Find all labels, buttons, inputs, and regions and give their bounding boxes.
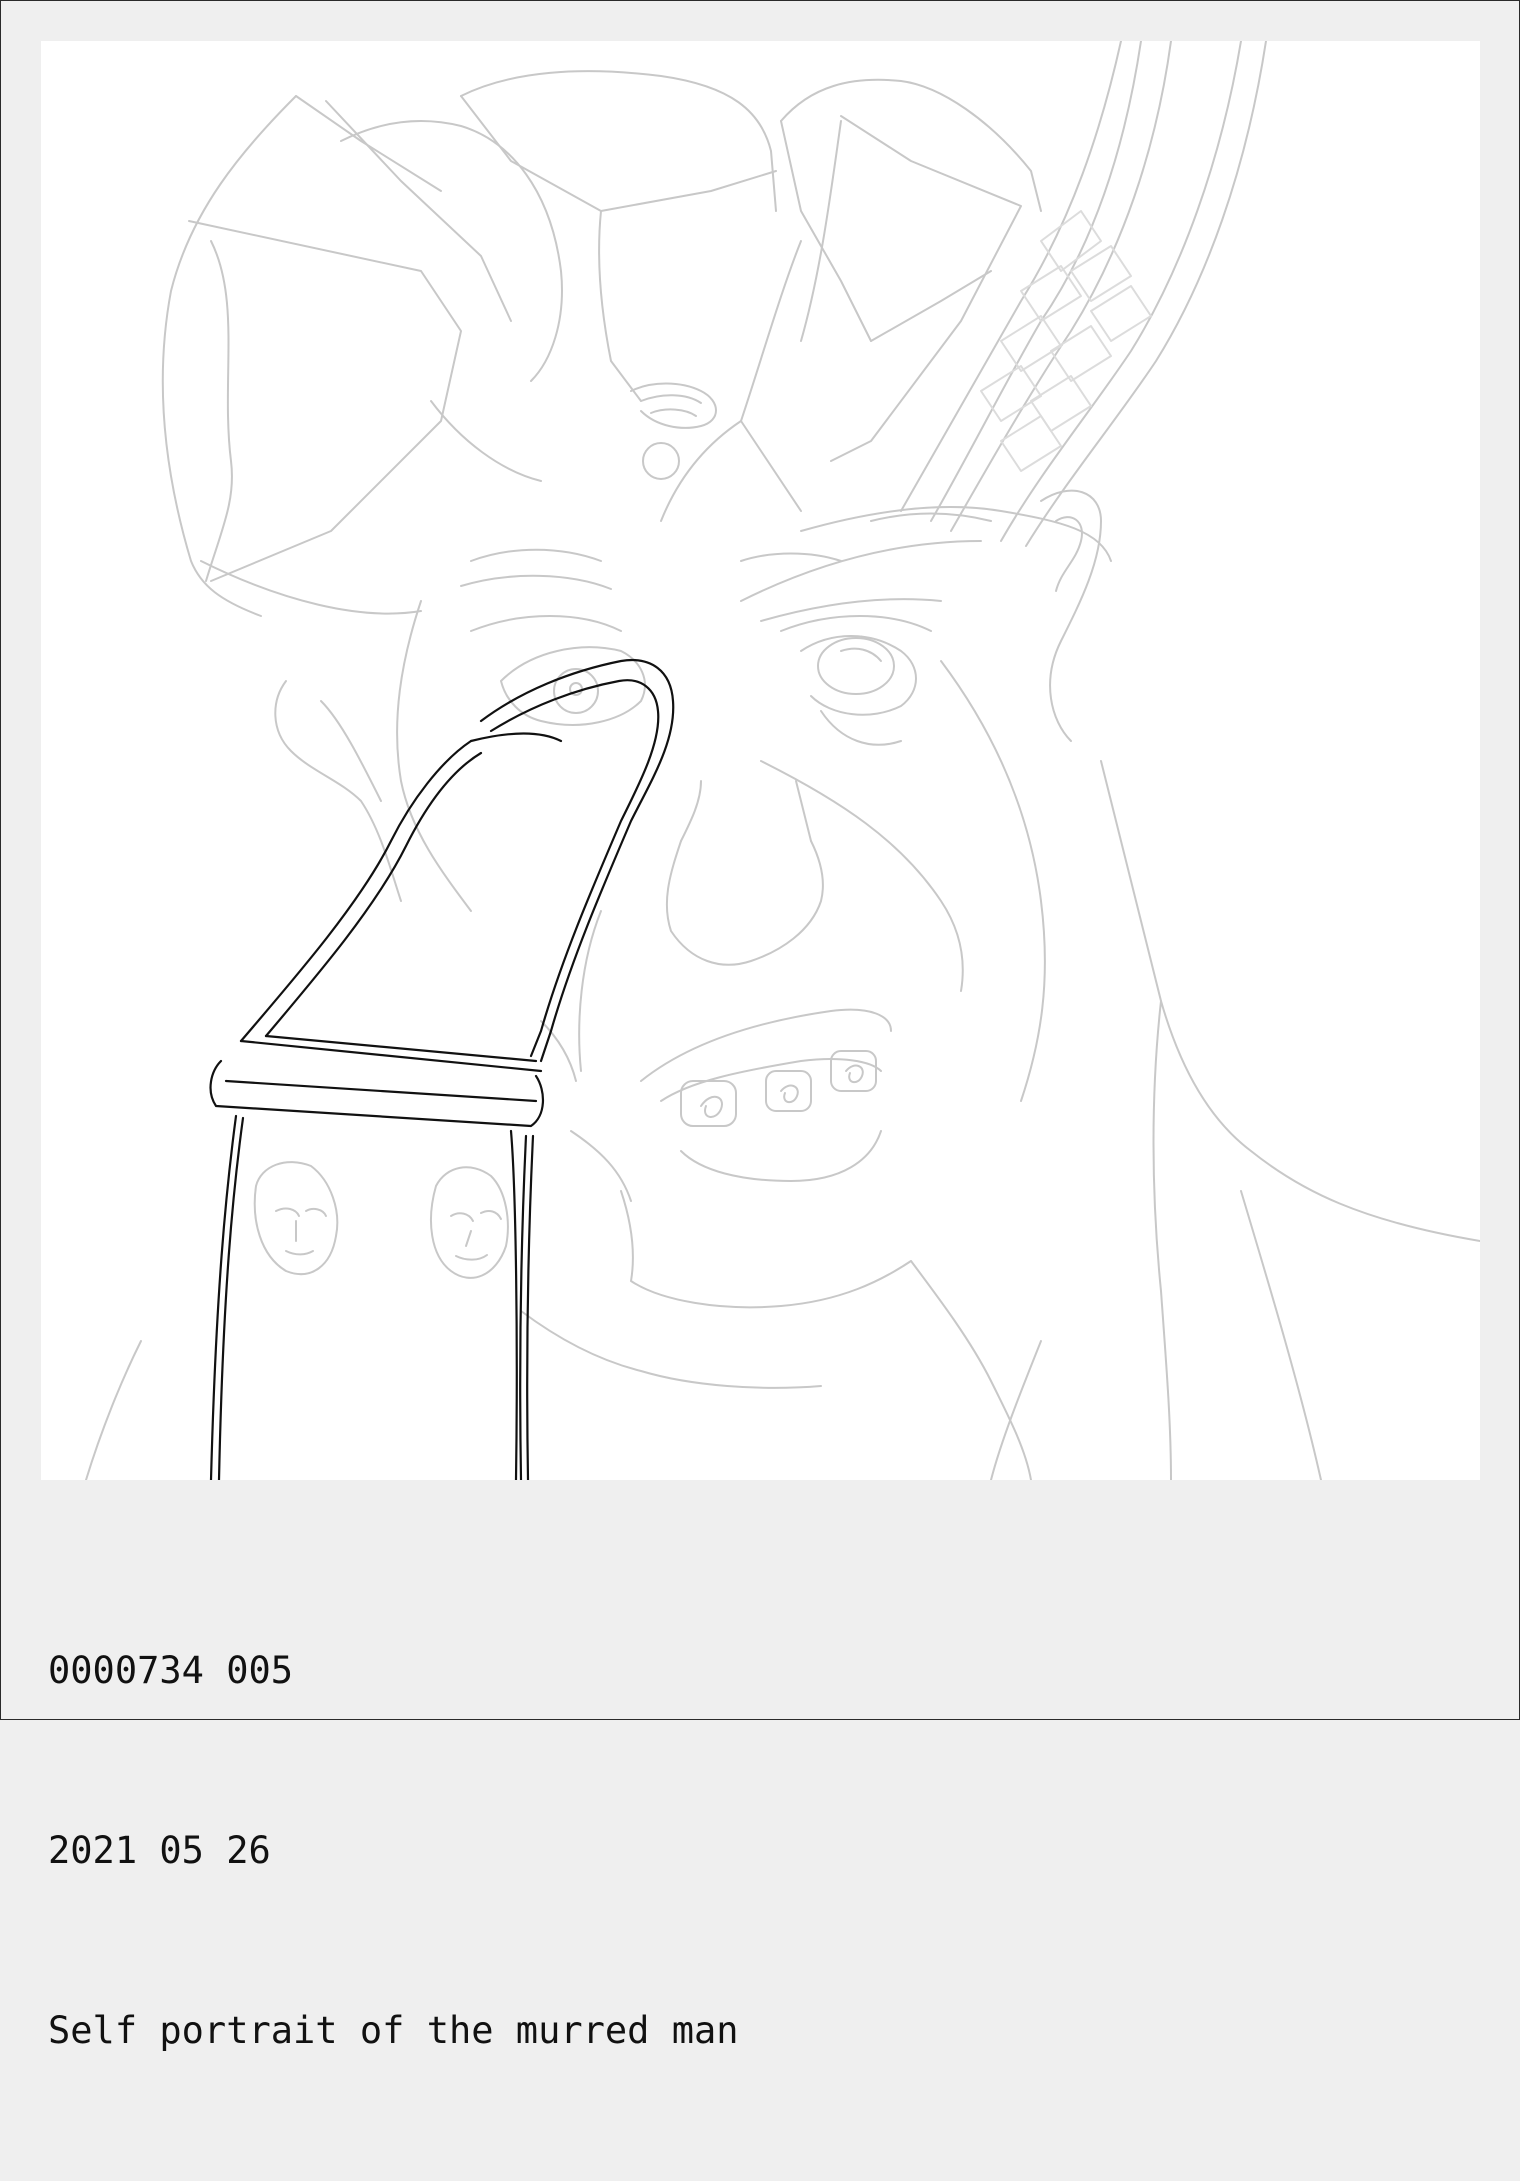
drawing-canvas xyxy=(41,41,1480,1480)
caption-block: 0000734 005 2021 05 26 Self portrait of … xyxy=(48,1521,739,2181)
light-sketch-lines xyxy=(85,41,1480,1480)
tag-faces xyxy=(253,1161,509,1279)
caption-id: 0000734 005 xyxy=(48,1649,294,1692)
tag-strap xyxy=(209,658,675,1480)
caption-date: 2021 05 26 xyxy=(48,1829,271,1872)
picture-frame: 0000734 005 2021 05 26 Self portrait of … xyxy=(0,0,1520,2052)
sketch-drawing xyxy=(85,41,1480,1480)
caption-title: Self portrait of the murred man xyxy=(48,2009,739,2052)
